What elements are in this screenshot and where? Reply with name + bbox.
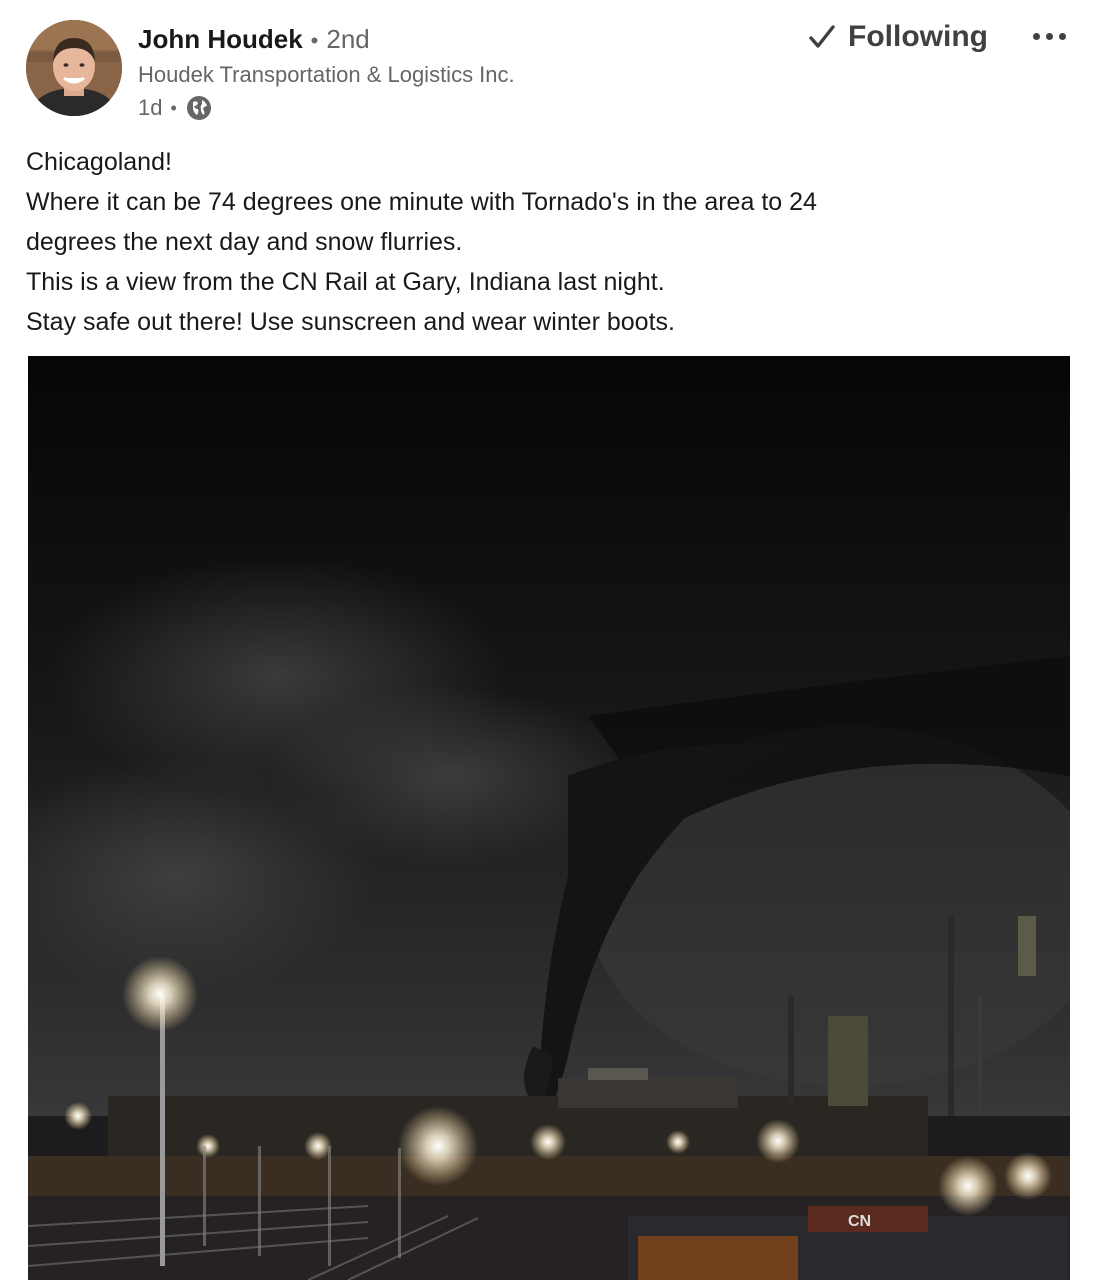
author-name-line: John Houdek • 2nd xyxy=(138,24,370,58)
separator-dot: • xyxy=(170,97,177,118)
check-icon xyxy=(809,25,835,48)
post-line: Chicagoland! xyxy=(26,148,172,176)
post-line: Where it can be 74 degrees one minute wi… xyxy=(26,188,817,216)
author-headline: Houdek Transportation & Logistics Inc. xyxy=(138,62,515,87)
post-line: degrees the next day and snow flurries. xyxy=(26,228,463,256)
post-time[interactable]: 1d xyxy=(138,95,162,121)
following-button[interactable]: Following xyxy=(806,16,988,58)
post-image[interactable]: CN xyxy=(28,356,1070,1280)
following-label: Following xyxy=(848,20,988,53)
cn-logo-text: CN xyxy=(848,1213,871,1230)
feed-post: John Houdek • 2nd Houdek Transportation … xyxy=(0,0,1104,1280)
ellipsis-dot xyxy=(1032,32,1040,40)
post-line: Stay safe out there! Use sunscreen and w… xyxy=(26,308,675,336)
connection-degree: 2nd xyxy=(326,24,370,54)
ellipsis-dot xyxy=(1045,32,1053,40)
ellipsis-icon[interactable] xyxy=(1024,18,1074,54)
tornado-photo: CN xyxy=(28,356,1070,1280)
ellipsis-dot xyxy=(1058,32,1066,40)
post-meta: 1d • xyxy=(138,93,213,123)
avatar-photo xyxy=(26,20,122,116)
post-body: Chicagoland! Where it can be 74 degrees … xyxy=(26,142,1076,342)
separator-dot: • xyxy=(310,28,319,53)
globe-icon xyxy=(186,96,211,120)
author-name[interactable]: John Houdek xyxy=(138,24,303,55)
author-avatar[interactable] xyxy=(26,20,122,116)
post-line: This is a view from the CN Rail at Gary,… xyxy=(26,268,665,296)
